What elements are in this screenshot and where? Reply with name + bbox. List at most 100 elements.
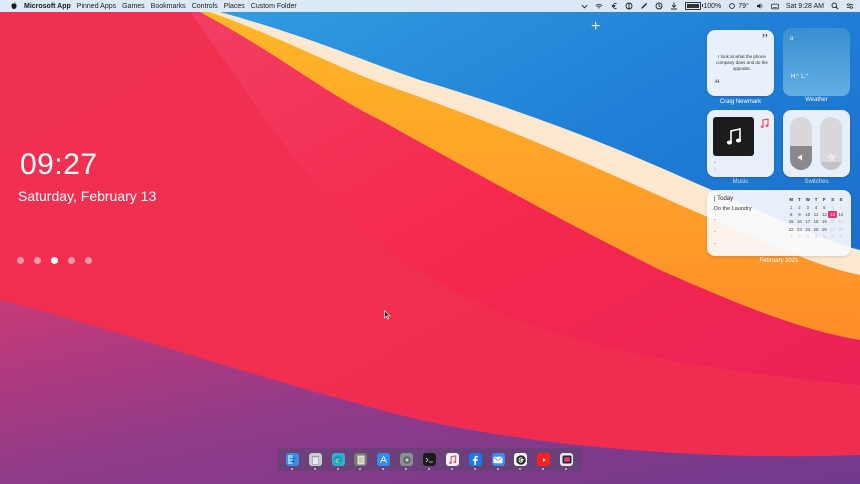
calendar-day[interactable]: 17 bbox=[804, 218, 812, 225]
calendar-month-grid: MTWTFSS 1 2 3 4 5 6 7 8 9 10 11 12 13 14 15 16 17 18 19 20 2… bbox=[787, 196, 845, 240]
music-widget-label: Music bbox=[732, 179, 749, 185]
add-widget-button[interactable]: + bbox=[591, 18, 600, 36]
calendar-day[interactable]: 6 bbox=[828, 233, 836, 240]
close-quote-mark: ” bbox=[761, 32, 768, 47]
dock-running-indicator bbox=[382, 468, 385, 470]
menu-clock[interactable]: Sat 9:28 AM bbox=[786, 3, 824, 10]
calendar-day[interactable]: 7 bbox=[837, 233, 845, 240]
download-icon[interactable] bbox=[670, 2, 678, 10]
calendar-day[interactable]: 13 bbox=[828, 210, 837, 219]
dock-running-indicator bbox=[427, 468, 430, 470]
page-dot[interactable] bbox=[51, 257, 58, 264]
calendar-day[interactable]: 16 bbox=[795, 218, 803, 225]
volume-icon[interactable] bbox=[756, 2, 764, 10]
calendar-day[interactable]: 27 bbox=[828, 226, 836, 233]
calendar-day[interactable]: 14 bbox=[837, 211, 845, 218]
menu-bookmarks[interactable]: Bookmarks bbox=[151, 3, 186, 10]
wifi-icon[interactable] bbox=[595, 2, 603, 10]
calendar-day[interactable]: 20 bbox=[828, 218, 836, 225]
weather-status[interactable]: 79° bbox=[728, 2, 749, 10]
calendar-day[interactable]: 22 bbox=[787, 226, 795, 233]
chevron-down-icon[interactable] bbox=[580, 2, 588, 10]
page-indicator[interactable] bbox=[17, 257, 92, 264]
trash-icon[interactable] bbox=[308, 453, 322, 470]
menu-controls[interactable]: Controls bbox=[192, 3, 218, 10]
youtube-icon[interactable] bbox=[537, 453, 551, 470]
music-widget[interactable]: - - bbox=[707, 110, 774, 177]
finder-icon[interactable] bbox=[285, 453, 299, 470]
lock-clock-time: 09:27 bbox=[20, 148, 98, 181]
page-dot[interactable] bbox=[85, 257, 92, 264]
keyboard-icon[interactable] bbox=[770, 2, 779, 10]
calendar-day[interactable]: 7 bbox=[837, 203, 845, 210]
calendar-day[interactable]: 8 bbox=[787, 211, 795, 218]
settings-icon[interactable] bbox=[400, 453, 414, 470]
calendar-day[interactable]: 12 bbox=[820, 211, 828, 218]
volume-slider[interactable] bbox=[790, 117, 812, 170]
mail-icon[interactable] bbox=[491, 453, 505, 470]
quote-text: I look at what the phone company does an… bbox=[716, 54, 768, 72]
calendar-day[interactable]: 4 bbox=[812, 203, 820, 210]
lock-clock-date: Saturday, February 13 bbox=[18, 188, 157, 204]
calendar-day[interactable]: 6 bbox=[828, 203, 836, 210]
calendar-day[interactable]: 23 bbox=[795, 226, 803, 233]
calendar-today-heading: | Today bbox=[714, 196, 734, 202]
calendar-weekday: W bbox=[805, 197, 810, 203]
clock-history-icon[interactable] bbox=[655, 2, 663, 10]
calendar-day[interactable]: 10 bbox=[804, 211, 812, 218]
search-icon[interactable] bbox=[831, 2, 839, 10]
calendar-day[interactable]: 24 bbox=[804, 226, 812, 233]
speaker-icon bbox=[790, 153, 812, 162]
calendar-day[interactable]: 26 bbox=[820, 226, 828, 233]
calendar-day[interactable]: 25 bbox=[812, 226, 820, 233]
calendar-day[interactable]: 19 bbox=[820, 218, 828, 225]
calendar-day[interactable]: 3 bbox=[804, 233, 812, 240]
calendar-widget[interactable]: | Today Do the Laundry - - - MTWTFSS 123… bbox=[707, 190, 851, 256]
calendar-day[interactable]: 15 bbox=[787, 218, 795, 225]
music-icon[interactable] bbox=[445, 453, 459, 470]
google-icon[interactable] bbox=[514, 453, 528, 470]
calendar-day[interactable]: 5 bbox=[820, 233, 828, 240]
calendar-day[interactable]: 2 bbox=[795, 233, 803, 240]
menu-pinned-apps[interactable]: Pinned Apps bbox=[77, 3, 116, 10]
music-note-icon bbox=[726, 127, 741, 144]
calendar-day[interactable]: 11 bbox=[812, 211, 820, 218]
menu-custom-folder[interactable]: Custom Folder bbox=[251, 3, 297, 10]
dock-running-indicator bbox=[496, 468, 499, 470]
facebook-icon[interactable] bbox=[468, 453, 482, 470]
calendar-day[interactable]: 5 bbox=[820, 203, 828, 210]
screen-icon[interactable] bbox=[560, 453, 574, 470]
calendar-day[interactable]: 21 bbox=[837, 218, 845, 225]
calendar-day[interactable]: 4 bbox=[812, 233, 820, 240]
calendar-day[interactable]: 2 bbox=[795, 203, 803, 210]
terminal-icon[interactable] bbox=[422, 453, 436, 470]
calendar-day[interactable]: 18 bbox=[812, 218, 820, 225]
page-dot[interactable] bbox=[34, 257, 41, 264]
menu-bar: Microsoft App Pinned Apps Games Bookmark… bbox=[0, 0, 860, 12]
app-store-icon[interactable] bbox=[377, 453, 391, 470]
control-center-icon[interactable] bbox=[846, 2, 854, 10]
brightness-slider[interactable] bbox=[820, 117, 842, 170]
dock-running-indicator bbox=[405, 468, 408, 470]
pencil-icon[interactable] bbox=[640, 2, 648, 10]
calendar-day[interactable]: 9 bbox=[795, 211, 803, 218]
calendar-weekday: S bbox=[839, 197, 843, 203]
calendar-day[interactable]: 28 bbox=[837, 226, 845, 233]
battery-indicator[interactable]: 100% bbox=[685, 2, 721, 10]
calendar-day[interactable]: 3 bbox=[804, 203, 812, 210]
quote-widget[interactable]: ” I look at what the phone company does … bbox=[707, 30, 774, 96]
euro-icon[interactable] bbox=[610, 2, 618, 10]
weather-widget[interactable]: o H:° L:° bbox=[783, 28, 850, 96]
vpn-icon[interactable] bbox=[625, 2, 633, 10]
edge-icon[interactable] bbox=[331, 453, 345, 470]
page-dot[interactable] bbox=[17, 257, 24, 264]
brightness-icon bbox=[820, 153, 842, 162]
calendar-day[interactable]: 1 bbox=[787, 203, 795, 210]
notes-icon[interactable] bbox=[354, 453, 368, 470]
menu-app-name[interactable]: Microsoft App bbox=[24, 3, 71, 10]
page-dot[interactable] bbox=[68, 257, 75, 264]
menu-games[interactable]: Games bbox=[122, 3, 145, 10]
menu-places[interactable]: Places bbox=[224, 3, 245, 10]
apple-menu-icon[interactable] bbox=[10, 2, 18, 10]
calendar-day[interactable]: 1 bbox=[787, 233, 795, 240]
